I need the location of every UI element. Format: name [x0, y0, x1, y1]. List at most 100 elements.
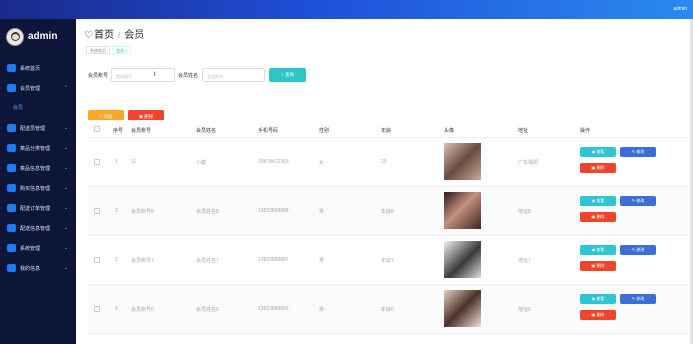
current-user-label[interactable]: admin — [673, 6, 687, 12]
sidebar-item-8[interactable]: 系统管理 ⌄ — [0, 238, 76, 258]
menu-icon — [7, 244, 16, 252]
view-button[interactable]: ◉ 查看 — [580, 294, 616, 304]
menu-icon — [7, 64, 16, 72]
delete-button-label: 删除 — [596, 263, 605, 268]
view-button-label: 查看 — [596, 296, 605, 301]
row-account: 会员账号7 — [131, 258, 154, 264]
brand-logo — [6, 28, 24, 46]
row-gender: 女 — [319, 160, 325, 166]
header-index: 序号 — [113, 128, 124, 134]
tab-member[interactable]: 会员 × — [112, 46, 132, 54]
menu-icon — [7, 224, 16, 232]
edit-button[interactable]: ✎ 修改 — [620, 196, 656, 206]
delete-button[interactable]: ▣ 删除 — [580, 261, 616, 271]
row-name: 会员姓名8 — [196, 209, 219, 215]
edit-button-label: 修改 — [636, 149, 645, 154]
row-checkbox[interactable] — [94, 208, 100, 214]
sidebar: admin 系统首页会员管理 ⌃ 配送员管理 ⌄ 菜品分类管理 ⌄ 菜品信息管理 ⌄ 购买信息管… — [0, 19, 76, 344]
sidebar-item-1[interactable]: 会员管理 ⌃ — [0, 78, 76, 98]
sidebar-item-4[interactable]: 菜品信息管理 ⌄ — [0, 158, 76, 178]
edit-button[interactable]: ✎ 修改 — [620, 294, 656, 304]
chevron-icon: ⌄ — [63, 125, 68, 131]
sidebar-item-7[interactable]: 配送信息管理 ⌄ — [0, 218, 76, 238]
menu-icon — [7, 264, 16, 272]
sidebar-item-6[interactable]: 配送订单管理 ⌄ — [0, 198, 76, 218]
header-account: 会员账号 — [131, 128, 152, 134]
row-age: 年龄6 — [381, 307, 394, 313]
sidebar-item-5[interactable]: 购买信息管理 ⌄ — [0, 178, 76, 198]
row-address: 地址8 — [518, 209, 531, 215]
header-actions: 操作 — [580, 128, 591, 134]
sidebar-item-3[interactable]: 菜品分类管理 ⌄ — [0, 138, 76, 158]
sidebar-item-2[interactable]: 配送员管理 ⌄ — [0, 118, 76, 138]
header-phone: 手机号码 — [258, 128, 279, 134]
table-row: 4 会员账号6 会员姓名6 13823888886 男 年龄6 地址6 ◉ 查看 ✎ 修改 ▣ 删… — [88, 285, 688, 334]
delete-button[interactable]: ▣ 删除 — [580, 163, 616, 173]
row-phone: 15878412369 — [258, 159, 289, 165]
view-button[interactable]: ◉ 查看 — [580, 147, 616, 157]
chevron-icon: ⌃ — [63, 85, 68, 91]
sidebar-item-label: 配送员管理 — [20, 126, 46, 132]
row-phone: 13823888886 — [258, 306, 289, 312]
brand: admin — [0, 19, 76, 55]
row-gender: 男 — [319, 209, 325, 215]
row-checkbox[interactable] — [94, 257, 100, 263]
delete-button[interactable]: ▣ 删除 — [580, 310, 616, 320]
add-button-label: 添加 — [103, 114, 113, 119]
sidebar-item-label: 我的信息 — [20, 266, 41, 272]
sidebar-item-9[interactable]: 我的信息 ⌄ — [0, 258, 76, 278]
sidebar-subitem-member[interactable]: 会员 — [0, 98, 76, 116]
edit-button[interactable]: ✎ 修改 — [620, 245, 656, 255]
delete-button[interactable]: ▣ 删除 — [580, 212, 616, 222]
row-index: 1 — [115, 159, 118, 165]
menu-icon — [7, 204, 16, 212]
breadcrumb-separator: / — [117, 31, 121, 40]
row-account: 11 — [131, 159, 137, 165]
menu-icon — [7, 144, 16, 152]
member-avatar-image — [444, 143, 481, 180]
menu-icon — [7, 124, 16, 132]
table-row: 2 会员账号8 会员姓名8 13823888888 男 年龄8 地址8 ◉ 查看 ✎ 修改 ▣ 删… — [88, 187, 688, 236]
member-avatar-image — [444, 192, 481, 229]
row-checkbox[interactable] — [94, 159, 100, 165]
sidebar-item-0[interactable]: 系统首页 — [0, 58, 76, 78]
breadcrumb-home[interactable]: 首页 — [94, 30, 114, 41]
edit-button-label: 修改 — [636, 198, 645, 203]
tab-home[interactable]: 系统首页 — [86, 46, 110, 54]
sidebar-item-label: 系统管理 — [20, 246, 41, 252]
chevron-icon: ⌄ — [63, 185, 68, 191]
edit-button-label: 修改 — [636, 296, 645, 301]
page-title: ♡首页 / 会员 — [84, 26, 144, 41]
view-button[interactable]: ◉ 查看 — [580, 245, 616, 255]
row-index: 3 — [115, 257, 118, 263]
view-button-label: 查看 — [596, 149, 605, 154]
select-all-checkbox[interactable] — [94, 126, 100, 132]
delete-button-label: 删除 — [596, 214, 605, 219]
view-button-label: 查看 — [596, 198, 605, 203]
row-address: 广东揭阳 — [518, 160, 539, 166]
row-phone: 13823888887 — [258, 257, 289, 263]
view-button[interactable]: ◉ 查看 — [580, 196, 616, 206]
heart-icon: ♡ — [84, 30, 93, 41]
search-button[interactable]: ○ 查询 — [269, 68, 306, 82]
delete-button-label: 删除 — [596, 165, 605, 170]
row-checkbox[interactable] — [94, 306, 100, 312]
name-search-input[interactable]: 会员姓名 — [202, 68, 265, 82]
breadcrumb-current: 会员 — [124, 30, 145, 41]
row-gender: 男 — [319, 307, 325, 313]
sidebar-item-label: 会员管理 — [20, 86, 41, 92]
top-header: admin — [0, 0, 693, 19]
row-address: 地址7 — [518, 258, 531, 264]
brand-name: admin — [28, 31, 58, 42]
row-age: 25 — [381, 159, 387, 165]
table-row: 3 会员账号7 会员姓名7 13823888887 男 年龄7 地址7 ◉ 查看 ✎ 修改 ▣ 删… — [88, 236, 688, 285]
edit-button[interactable]: ✎ 修改 — [620, 147, 656, 157]
row-address: 地址6 — [518, 307, 531, 313]
account-search-input[interactable]: 会员账号 — [111, 68, 175, 82]
row-account: 会员账号8 — [131, 209, 154, 215]
main-content: ♡首页 / 会员 系统首页 会员 × 会员账号 会员账号 I 会员姓名 会员姓名 ○ … — [76, 19, 693, 344]
table-row: 1 11 小鑫 15878412369 女 25 广东揭阳 ◉ 查看 ✎ 修改 ▣ 删除 — [88, 138, 688, 187]
row-name: 小鑫 — [196, 160, 207, 166]
text-cursor-icon: I — [154, 72, 156, 78]
chevron-icon: ⌄ — [63, 225, 68, 231]
